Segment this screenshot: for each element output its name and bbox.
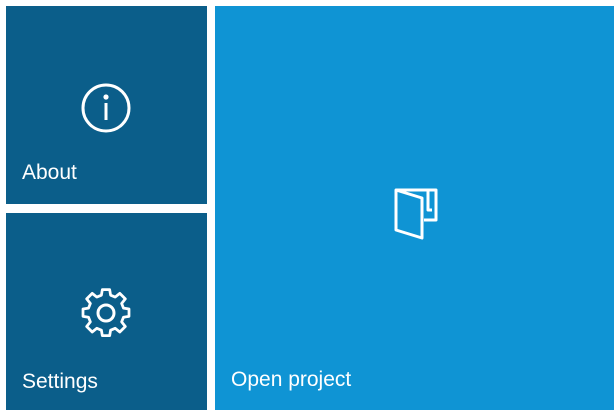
info-circle-icon <box>81 83 131 133</box>
settings-label: Settings <box>22 370 98 393</box>
open-project-tile[interactable]: Open project <box>215 6 614 410</box>
settings-tile[interactable]: Settings <box>6 213 207 410</box>
open-project-label: Open project <box>231 368 352 391</box>
folder-open-icon <box>394 188 438 240</box>
about-tile[interactable]: About <box>6 6 207 204</box>
gear-icon <box>81 288 131 338</box>
about-label: About <box>22 161 77 184</box>
